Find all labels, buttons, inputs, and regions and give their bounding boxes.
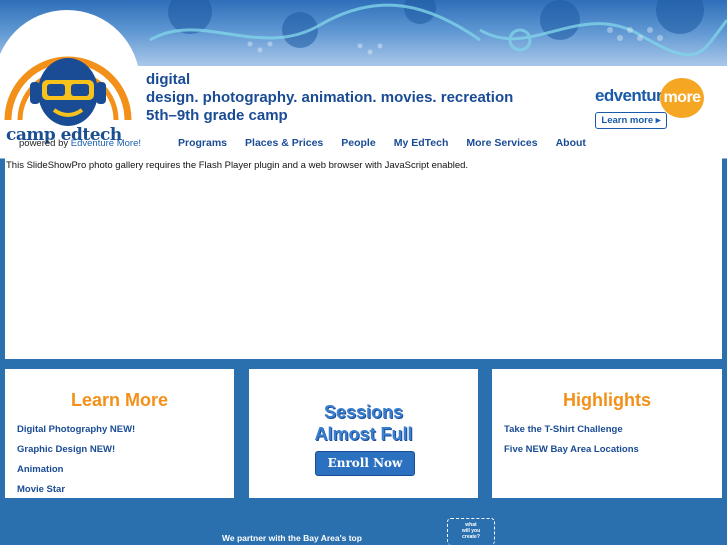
- tagline-line-3: 5th–9th grade camp: [146, 107, 288, 124]
- slideshow-area: This SlideShowPro photo gallery requires…: [5, 158, 722, 359]
- link-bay-area-locations[interactable]: Five NEW Bay Area Locations: [504, 444, 639, 464]
- link-movie-star[interactable]: Movie Star: [17, 484, 135, 504]
- highlights-title: Highlights: [563, 390, 651, 410]
- link-digital-photography[interactable]: Digital Photography NEW!: [17, 424, 135, 444]
- sessions-line-2: Almost Full: [314, 424, 413, 444]
- flash-notice: This SlideShowPro photo gallery requires…: [6, 160, 469, 171]
- nav-programs[interactable]: Programs: [178, 137, 227, 151]
- nav-about[interactable]: About: [556, 137, 586, 151]
- tagline-line-2: design. photography. animation. movies. …: [146, 89, 514, 106]
- badge-line-3: create?: [462, 534, 480, 540]
- main-nav: Programs Places & Prices People My EdTec…: [178, 137, 604, 151]
- nav-places-prices[interactable]: Places & Prices: [245, 137, 323, 151]
- tagline-line-1: digital: [146, 71, 191, 88]
- nav-my-edtech[interactable]: My EdTech: [394, 137, 449, 151]
- learn-more-button[interactable]: Learn more ▸: [595, 112, 667, 129]
- learn-more-links: Digital Photography NEW! Graphic Design …: [17, 424, 135, 504]
- partner-text: We partner with the Bay Area's top: [222, 533, 362, 543]
- logo-mascot-icon: [4, 56, 132, 126]
- link-tshirt-challenge[interactable]: Take the T-Shirt Challenge: [504, 424, 639, 444]
- edventure-more-link[interactable]: Edventure More!: [71, 138, 141, 149]
- enroll-now-button[interactable]: Enroll Now: [315, 451, 415, 476]
- learn-more-title: Learn More: [70, 390, 169, 410]
- nav-more-services[interactable]: More Services: [466, 137, 537, 151]
- sessions-heading: Sessions Almost Full: [249, 401, 478, 445]
- powered-by-line: powered by Edventure More!: [19, 138, 141, 149]
- sessions-line-1: Sessions: [323, 402, 404, 422]
- sessions-panel: Sessions Almost Full Enroll Now: [249, 369, 478, 498]
- highlights-panel: Highlights Take the T-Shirt Challenge Fi…: [492, 369, 722, 498]
- camp-edtech-logo[interactable]: camp edtech: [0, 10, 140, 158]
- powered-by-label: powered by: [19, 138, 71, 149]
- more-badge: more: [660, 78, 704, 118]
- link-graphic-design[interactable]: Graphic Design NEW!: [17, 444, 135, 464]
- link-animation[interactable]: Animation: [17, 464, 135, 484]
- tagline: digital design. photography. animation. …: [146, 71, 513, 125]
- what-will-you-create-badge[interactable]: what will you create?: [447, 518, 495, 545]
- learn-more-panel: Learn More Digital Photography NEW! Grap…: [5, 369, 234, 498]
- nav-people[interactable]: People: [341, 137, 375, 151]
- edventure-more-promo[interactable]: edventure more Learn more ▸: [595, 78, 707, 130]
- highlights-links: Take the T-Shirt Challenge Five NEW Bay …: [504, 424, 639, 464]
